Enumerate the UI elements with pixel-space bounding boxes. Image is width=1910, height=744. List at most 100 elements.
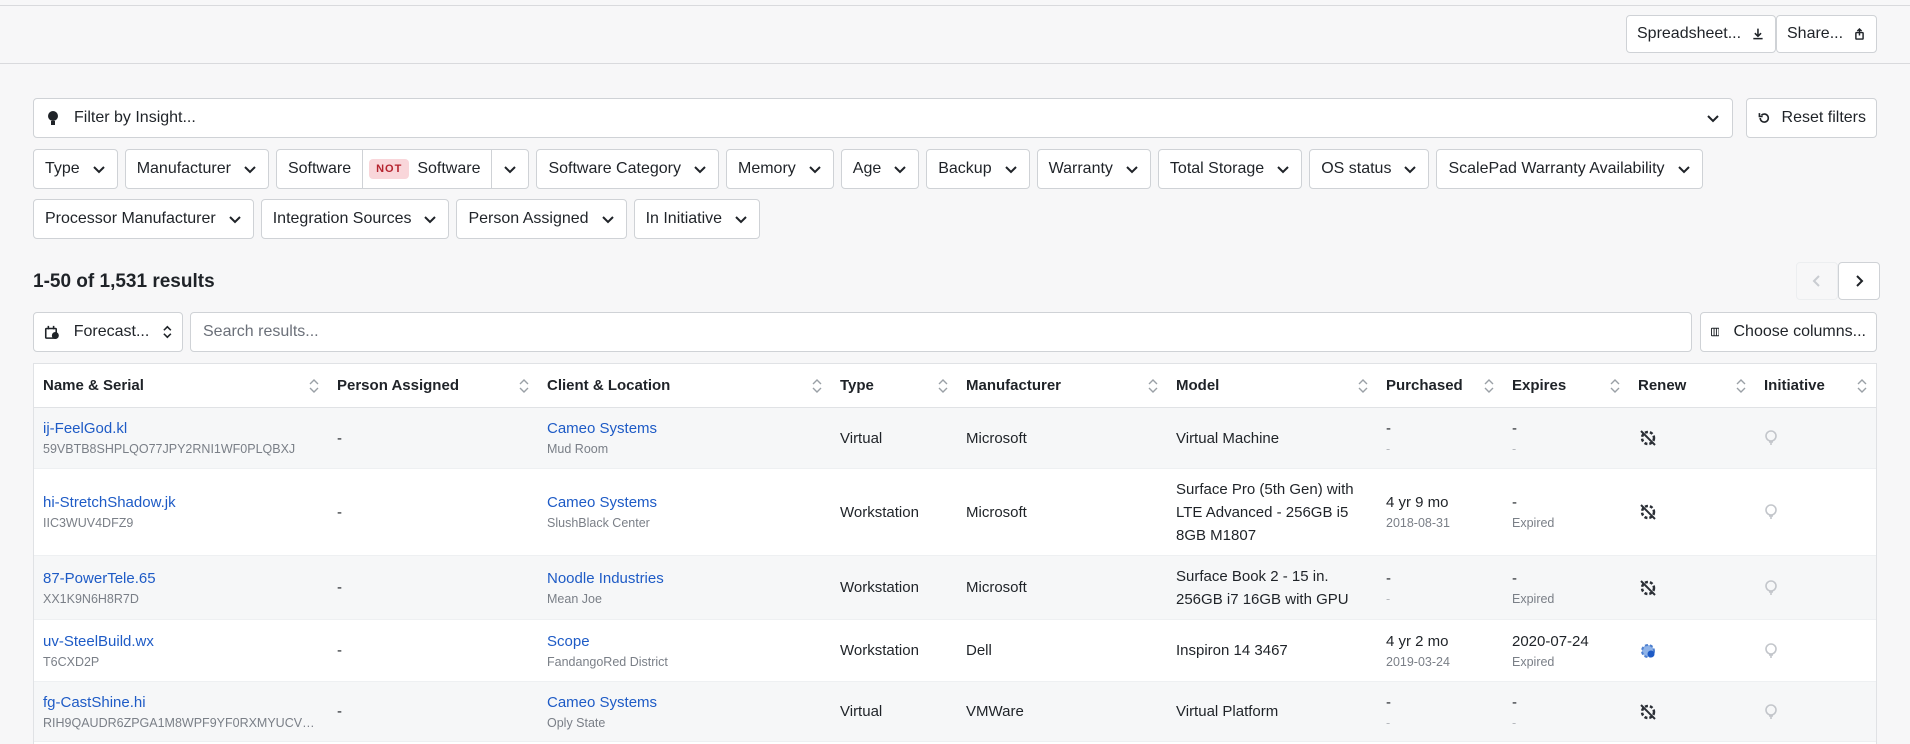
column-header-label: Expires [1512, 377, 1567, 394]
column-header-label: Name & Serial [43, 377, 144, 394]
filter-integration-sources[interactable]: Integration Sources [260, 199, 450, 239]
filter-label: Person Assigned [468, 210, 589, 227]
asset-serial: T6CXD2P [43, 654, 100, 669]
purchased-date: - [1386, 442, 1391, 456]
client-link[interactable]: Cameo Systems [547, 694, 822, 711]
reset-filters-label: Reset filters [1781, 109, 1866, 126]
expires-status: - [1512, 442, 1517, 456]
renew-disabled-icon[interactable] [1638, 702, 1658, 722]
person-assigned: - [337, 429, 342, 447]
asset-type: Workstation [840, 642, 919, 659]
client-link[interactable]: Noodle Industries [547, 570, 822, 587]
filter-label: Total Storage [1169, 160, 1265, 177]
filter-backup[interactable]: Backup [926, 149, 1030, 189]
filter-age[interactable]: Age [840, 149, 920, 189]
table-row[interactable]: uv-SteelBuild.wx T6CXD2P - Scope FandangoR… [34, 620, 1876, 682]
software-dropdown-toggle[interactable] [491, 150, 528, 188]
column-header-person-assigned[interactable]: Person Assigned [328, 364, 538, 407]
previous-page-button[interactable] [1796, 262, 1838, 300]
table-row[interactable]: hi-StretchShadow.jk IIC3WUV4DFZ9 - Cameo … [34, 469, 1876, 556]
table-row[interactable]: fg-CastShine.hi RIH9QAUDR6ZPGA1M8WPF9YF0R… [34, 682, 1876, 742]
filter-manufacturer[interactable]: Manufacturer [124, 149, 269, 189]
filter-processor-manufacturer[interactable]: Processor Manufacturer [33, 199, 254, 239]
filter-scalepad-warranty[interactable]: ScalePad Warranty Availability [1436, 149, 1703, 189]
table-row[interactable]: 87-PowerTele.65 XX1K9N6H8R7D - Noodle Ind… [34, 556, 1876, 620]
spreadsheet-button[interactable]: Spreadsheet... [1626, 15, 1776, 53]
column-header-type[interactable]: Type [831, 364, 957, 407]
sort-icon [812, 378, 822, 393]
filter-os-status[interactable]: OS status [1309, 149, 1430, 189]
asset-name-link[interactable]: ij-FeelGod.kl [43, 420, 319, 437]
chevron-down-icon [735, 216, 747, 224]
lightbulb-icon[interactable] [1764, 579, 1778, 597]
filter-software[interactable]: Software NOT Software [275, 149, 530, 189]
column-header-initiative[interactable]: Initiative [1755, 364, 1876, 407]
purchased-date: - [1386, 591, 1391, 606]
manufacturer: Dell [966, 642, 992, 659]
asset-serial: 59VBTB8SHPLQO77JPY2RNI1WF0PLQBXJ [43, 442, 296, 456]
purchased: 4 yr 2 mo [1386, 632, 1449, 650]
table-row[interactable]: ij-FeelGod.kl 59VBTB8SHPLQO77JPY2RNI1WF0P… [34, 408, 1876, 469]
chevron-down-icon [809, 166, 821, 174]
asset-name-link[interactable]: 87-PowerTele.65 [43, 570, 319, 587]
choose-columns-button[interactable]: Choose columns... [1700, 312, 1877, 352]
lightbulb-icon[interactable] [1764, 503, 1778, 521]
filter-warranty[interactable]: Warranty [1036, 149, 1151, 189]
filter-person-assigned[interactable]: Person Assigned [456, 199, 627, 239]
column-header-model[interactable]: Model [1167, 364, 1377, 407]
renew-disabled-icon[interactable] [1638, 428, 1658, 448]
chevron-down-icon [92, 166, 105, 174]
software-include-segment[interactable]: Software [277, 150, 362, 188]
filter-label: Backup [938, 160, 992, 177]
forecast-select[interactable]: Forecast... [33, 312, 183, 352]
filter-in-initiative[interactable]: In Initiative [633, 199, 761, 239]
column-header-name-serial[interactable]: Name & Serial [34, 364, 328, 407]
column-header-expires[interactable]: Expires [1503, 364, 1629, 407]
share-label: Share... [1787, 25, 1844, 42]
lightbulb-icon[interactable] [1764, 703, 1778, 721]
columns-icon [1711, 327, 1720, 337]
sort-icon [1610, 378, 1620, 393]
column-header-label: Renew [1638, 377, 1687, 394]
filter-label: Software Category [548, 160, 681, 177]
column-header-label: Person Assigned [337, 377, 459, 394]
filter-label: Processor Manufacturer [45, 210, 216, 227]
share-button[interactable]: Share... [1776, 15, 1877, 53]
model: Virtual Platform [1176, 703, 1279, 720]
filter-software-category[interactable]: Software Category [536, 149, 719, 189]
sort-icon [1484, 378, 1494, 393]
chevron-down-icon [1707, 115, 1719, 123]
sort-icon [1148, 378, 1158, 393]
chevron-down-icon [694, 166, 706, 174]
renew-disabled-icon[interactable] [1638, 502, 1658, 522]
column-header-client-location[interactable]: Client & Location [538, 364, 831, 407]
insight-filter-dropdown[interactable]: Filter by Insight... [33, 98, 1733, 138]
chevron-down-icon [1004, 166, 1017, 174]
column-header-purchased[interactable]: Purchased [1377, 364, 1503, 407]
renew-disabled-icon[interactable] [1638, 578, 1658, 598]
lightbulb-icon[interactable] [1764, 642, 1778, 660]
renew-available-icon[interactable] [1638, 641, 1658, 661]
asset-name-link[interactable]: fg-CastShine.hi [43, 694, 319, 711]
chevron-down-icon [1126, 166, 1138, 174]
purchased-date: - [1386, 715, 1391, 730]
asset-name-link[interactable]: uv-SteelBuild.wx [43, 633, 319, 650]
client-link[interactable]: Scope [547, 633, 822, 650]
software-not-segment[interactable]: NOT Software [362, 150, 491, 188]
search-input[interactable] [190, 312, 1692, 352]
column-header-label: Manufacturer [966, 377, 1062, 394]
asset-name-link[interactable]: hi-StretchShadow.jk [43, 494, 319, 511]
filter-total-storage[interactable]: Total Storage [1157, 149, 1303, 189]
column-header-renew[interactable]: Renew [1629, 364, 1755, 407]
reset-filters-button[interactable]: Reset filters [1746, 98, 1877, 138]
client-link[interactable]: Cameo Systems [547, 494, 822, 511]
column-header-manufacturer[interactable]: Manufacturer [957, 364, 1167, 407]
filter-memory[interactable]: Memory [725, 149, 834, 189]
expires-status: - [1512, 715, 1517, 730]
client-link[interactable]: Cameo Systems [547, 420, 822, 437]
filter-type[interactable]: Type [33, 149, 118, 189]
next-page-button[interactable] [1838, 262, 1880, 300]
lightbulb-icon[interactable] [1764, 429, 1778, 447]
purchased-date: 2019-03-24 [1386, 654, 1450, 669]
person-assigned: - [337, 579, 342, 596]
